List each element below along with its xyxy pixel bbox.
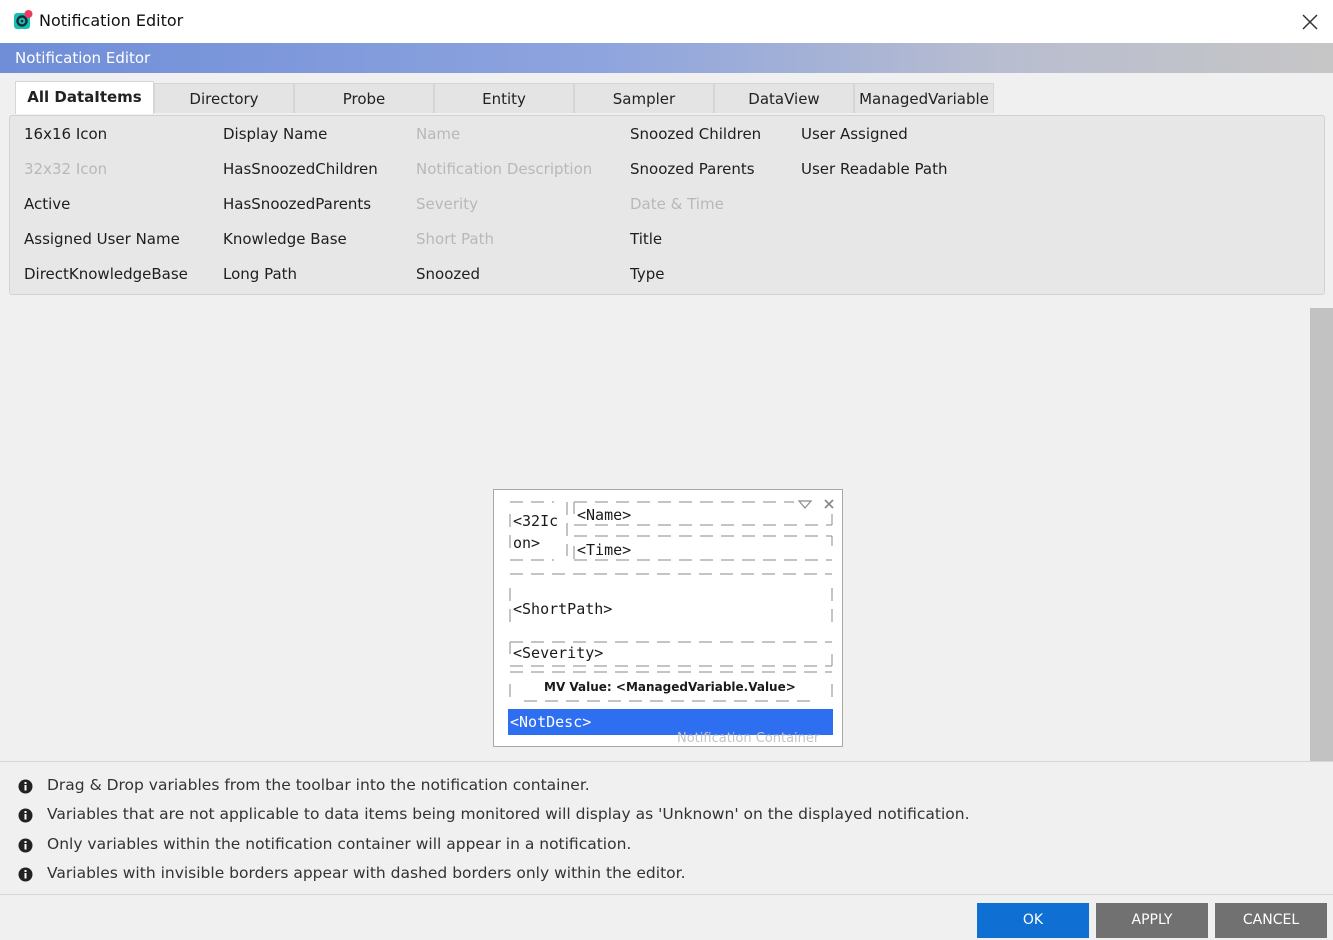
close-icon[interactable] (1296, 8, 1324, 36)
tab-all-dataitems[interactable]: All DataItems (15, 81, 154, 114)
var-name: Name (416, 125, 461, 143)
var-snoozed[interactable]: Snoozed (416, 265, 480, 283)
apply-button[interactable]: APPLY (1096, 903, 1208, 938)
var-severity: Severity (416, 195, 478, 213)
var-long-path[interactable]: Long Path (223, 265, 297, 283)
var-box-managed-variable[interactable]: MV Value: <ManagedVariable.Value> (544, 680, 796, 694)
tab-dataview[interactable]: DataView (714, 83, 854, 113)
var-title[interactable]: Title (630, 230, 662, 248)
var-type[interactable]: Type (630, 265, 664, 283)
var-short-path: Short Path (416, 230, 494, 248)
title-bar: Notification Editor (0, 0, 1333, 43)
info-icon (18, 779, 33, 794)
cancel-button[interactable]: CANCEL (1215, 903, 1327, 938)
var-active[interactable]: Active (24, 195, 70, 213)
header-title: Notification Editor (15, 49, 151, 67)
var-32x32-icon: 32x32 Icon (24, 160, 108, 178)
var-snoozed-parents[interactable]: Snoozed Parents (630, 160, 755, 178)
var-box-shortpath[interactable]: <ShortPath> (513, 600, 612, 618)
info-icon (18, 838, 33, 853)
info-icon (18, 867, 33, 882)
container-menu-chevron-icon[interactable] (797, 498, 813, 510)
dialog-footer: OK APPLY CANCEL (0, 894, 1333, 940)
var-user-assigned[interactable]: User Assigned (801, 125, 908, 143)
var-box-severity[interactable]: <Severity> (513, 644, 603, 662)
notification-container[interactable]: <32Ic on> <Name> <Time> <ShortPath> <Sev… (493, 489, 843, 747)
var-display-name[interactable]: Display Name (223, 125, 327, 143)
tab-managedvariable[interactable]: ManagedVariable (854, 83, 994, 113)
tab-sampler[interactable]: Sampler (574, 83, 714, 113)
ok-button[interactable]: OK (977, 903, 1089, 938)
var-box-32icon-line2[interactable]: on> (513, 534, 540, 552)
var-snoozed-children[interactable]: Snoozed Children (630, 125, 761, 143)
var-has-snoozed-children[interactable]: HasSnoozedChildren (223, 160, 378, 178)
variable-toolbar: 16x16 Icon 32x32 Icon Active Assigned Us… (9, 115, 1325, 295)
var-box-time[interactable]: <Time> (577, 541, 631, 559)
var-direct-knowledge-base[interactable]: DirectKnowledgeBase (24, 265, 188, 283)
var-user-readable-path[interactable]: User Readable Path (801, 160, 947, 178)
var-has-snoozed-parents[interactable]: HasSnoozedParents (223, 195, 371, 213)
app-logo-icon (14, 10, 33, 29)
info-text: Variables that are not applicable to dat… (47, 805, 970, 823)
editor-header: Notification Editor (0, 43, 1333, 73)
var-knowledge-base[interactable]: Knowledge Base (223, 230, 347, 248)
info-panel: Drag & Drop variables from the toolbar i… (0, 761, 1333, 894)
window-title: Notification Editor (39, 11, 184, 30)
tab-entity[interactable]: Entity (434, 83, 574, 113)
var-16x16-icon[interactable]: 16x16 Icon (24, 125, 107, 143)
editor-canvas: <32Ic on> <Name> <Time> <ShortPath> <Sev… (0, 308, 1333, 761)
info-text: Variables with invisible borders appear … (47, 864, 686, 882)
var-box-name[interactable]: <Name> (577, 506, 631, 524)
tab-directory[interactable]: Directory (154, 83, 294, 113)
info-icon (18, 808, 33, 823)
var-notification-description: Notification Description (416, 160, 593, 178)
editor-main: All DataItems Directory Probe Entity Sam… (0, 73, 1333, 940)
tab-probe[interactable]: Probe (294, 83, 434, 113)
notification-editor-window: Notification Editor Notification Editor … (0, 0, 1333, 940)
container-close-icon[interactable] (822, 497, 836, 511)
var-date-time: Date & Time (630, 195, 724, 213)
info-text: Only variables within the notification c… (47, 835, 632, 853)
info-text: Drag & Drop variables from the toolbar i… (47, 776, 590, 794)
vertical-scrollbar[interactable] (1310, 308, 1333, 761)
var-assigned-user-name[interactable]: Assigned User Name (24, 230, 180, 248)
container-label: Notification Container (677, 731, 820, 742)
var-box-32icon-line1[interactable]: <32Ic (513, 512, 558, 530)
